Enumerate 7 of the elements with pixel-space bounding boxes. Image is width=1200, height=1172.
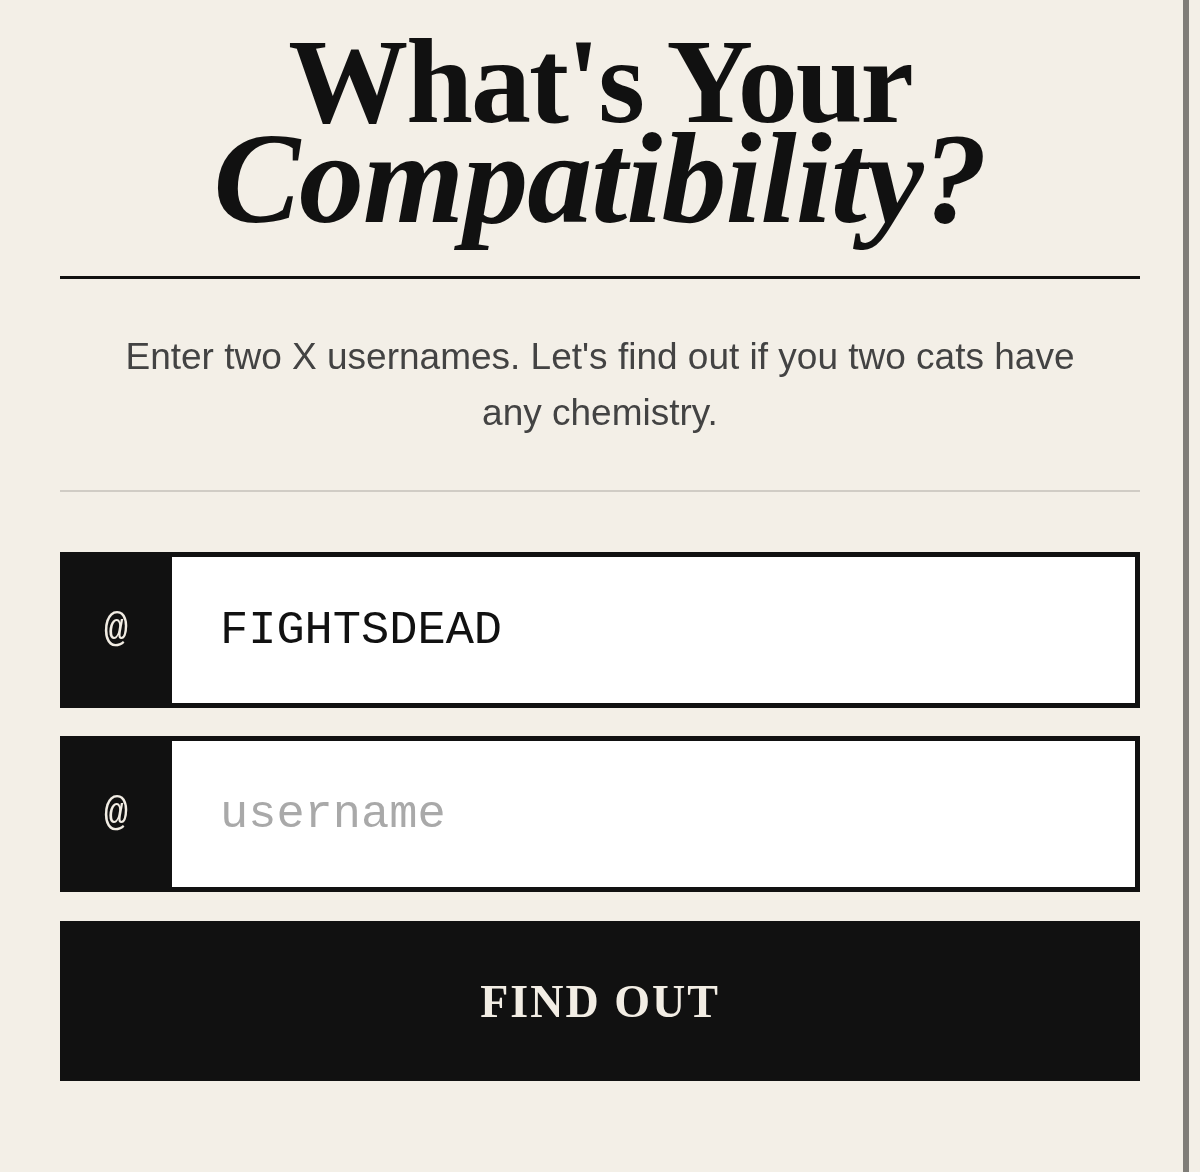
find-out-button[interactable]: FIND OUT [60,921,1140,1081]
page-heading: What's Your Compatibility? [213,34,987,252]
username-input[interactable]: FIGHTSDEAD [172,552,1140,708]
intro-text: Enter two X usernames. Let's find out if you two cats have any chemistry. [124,335,1076,435]
at-prefix: @ [60,552,172,708]
username-input[interactable]: username [172,736,1140,892]
at-prefix: @ [60,736,172,892]
